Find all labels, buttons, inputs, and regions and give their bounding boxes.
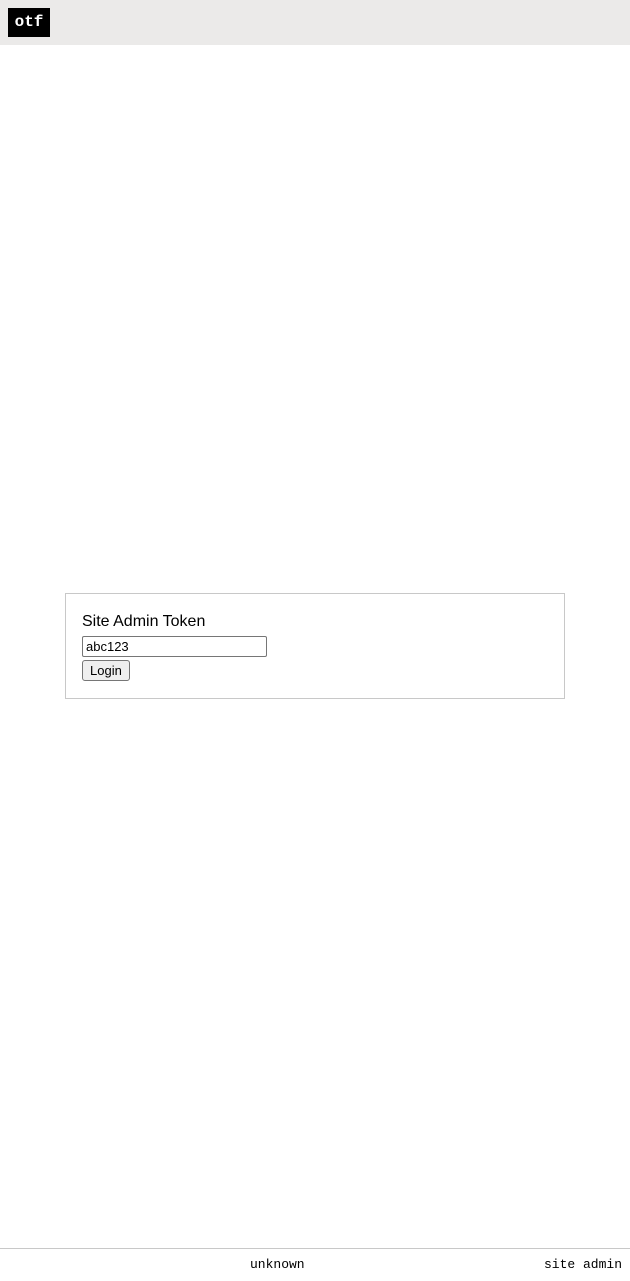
- login-title: Site Admin Token: [82, 613, 206, 630]
- token-input[interactable]: [82, 636, 267, 657]
- logo[interactable]: otf: [8, 8, 50, 37]
- top-bar: otf: [0, 0, 630, 45]
- login-panel: Site Admin Token Login: [65, 593, 565, 699]
- footer-role-link[interactable]: site admin: [544, 1257, 622, 1272]
- login-button[interactable]: Login: [82, 660, 130, 681]
- footer-status: unknown: [250, 1257, 305, 1272]
- footer: unknown site admin: [0, 1248, 630, 1281]
